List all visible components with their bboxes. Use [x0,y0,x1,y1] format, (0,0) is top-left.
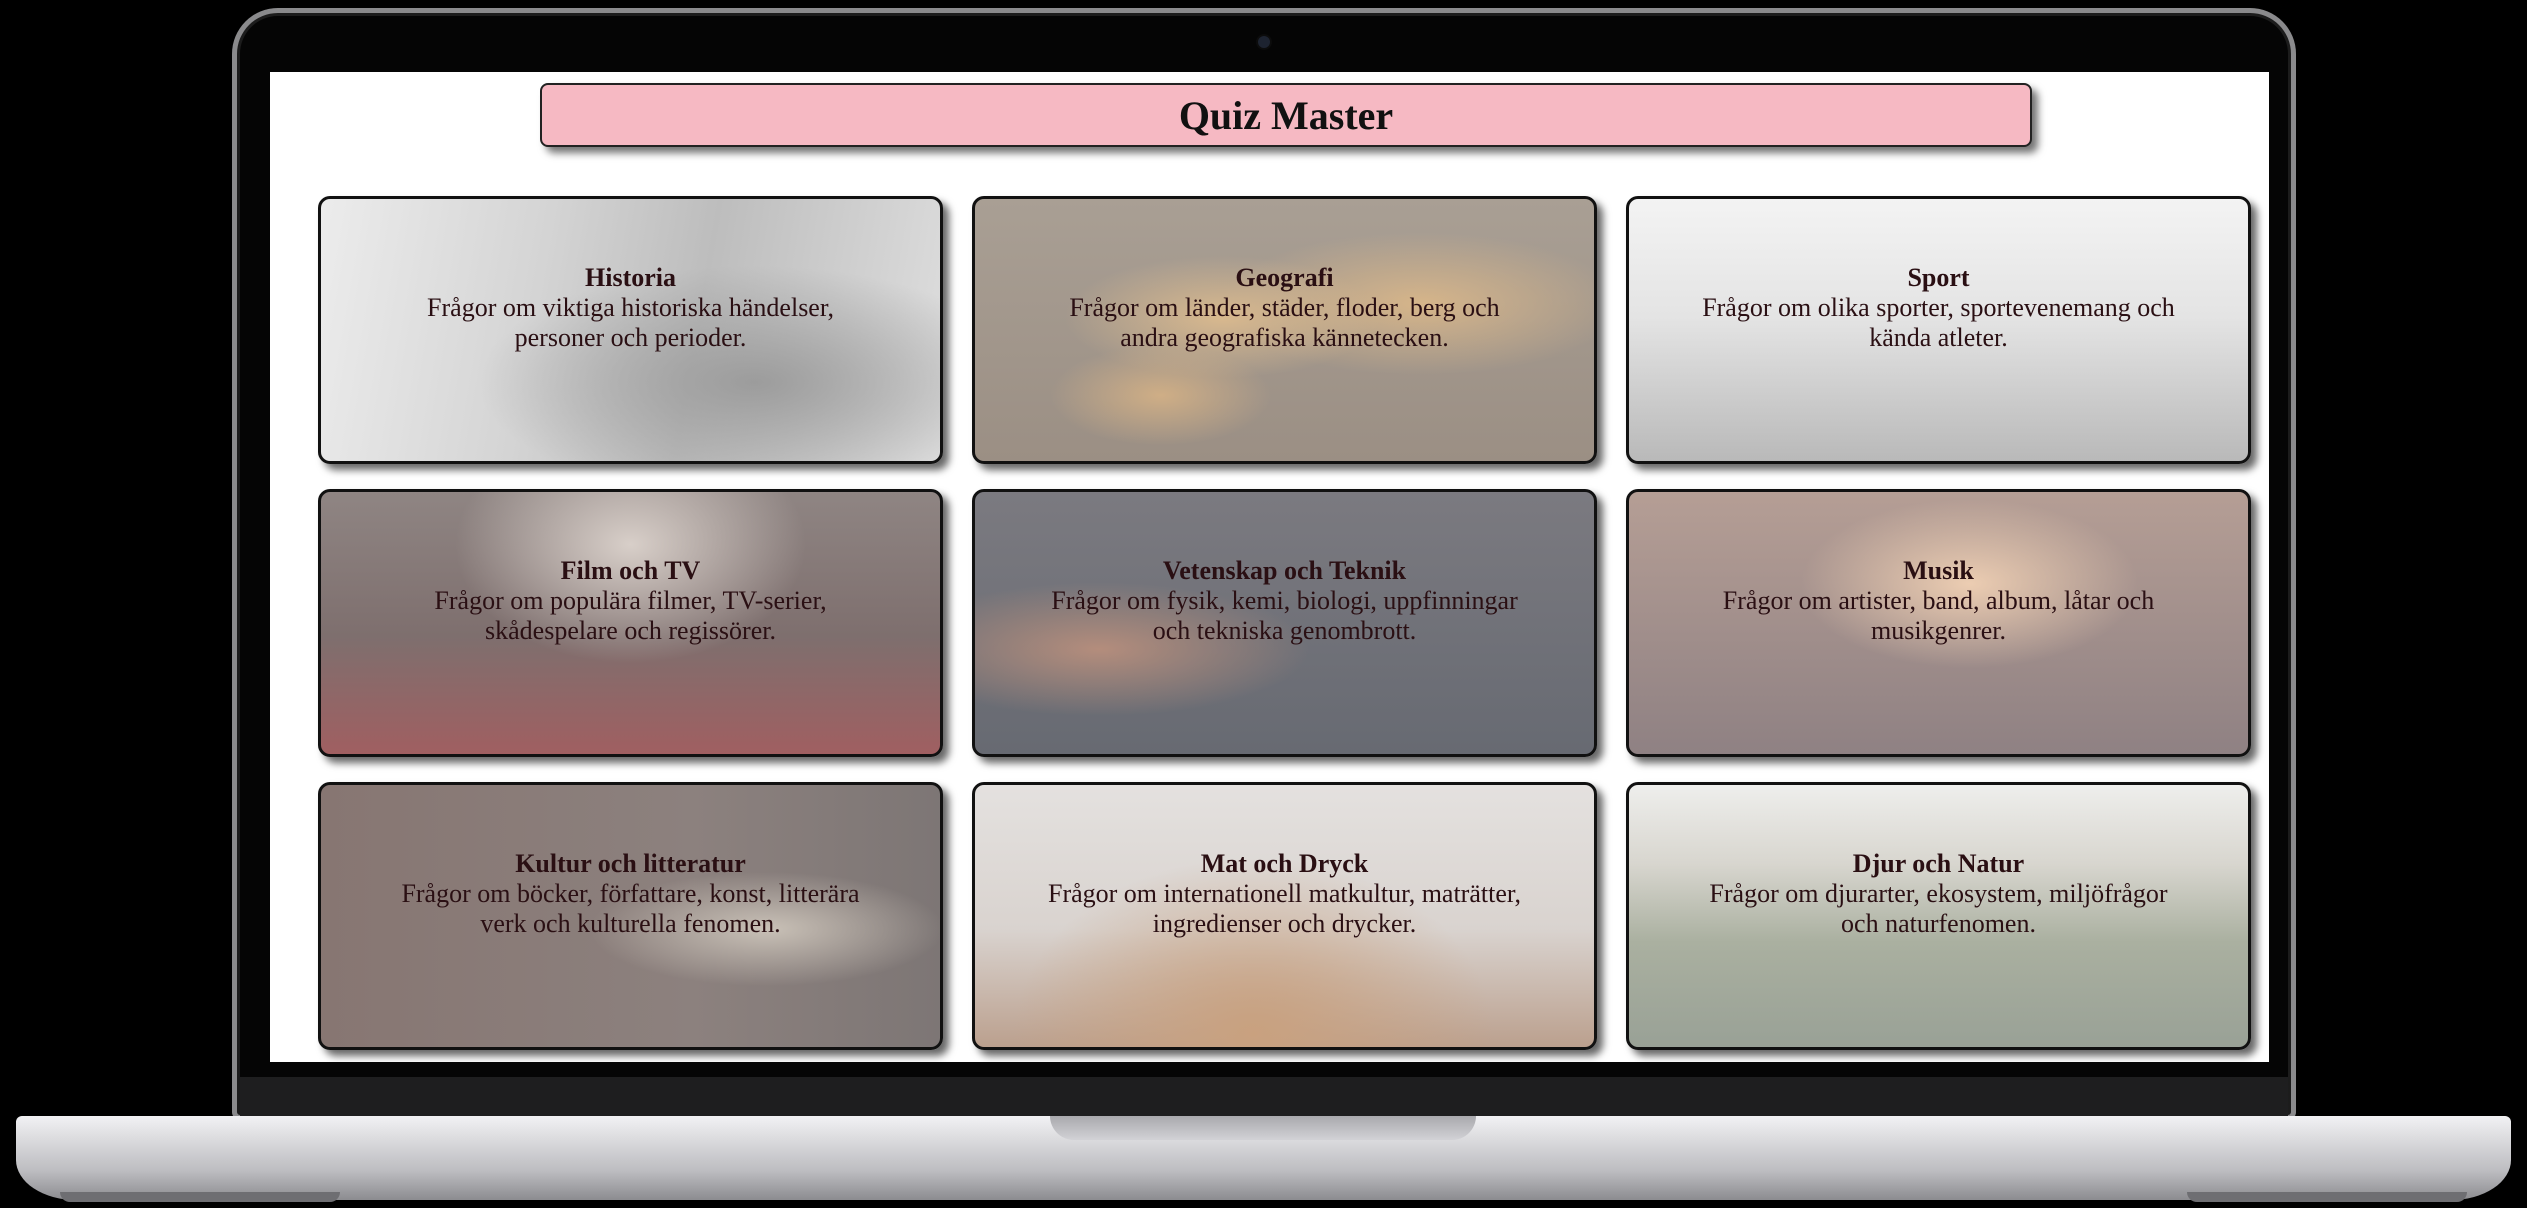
category-card-kultur-och-litteratur[interactable]: Kultur och litteratur Frågor om böcker, … [318,782,943,1050]
page-title: Quiz Master [1178,92,1394,138]
card-description: Frågor om länder, städer, floder, berg o… [1069,293,1500,352]
card-title: Geografi [1235,263,1334,292]
category-card-geografi[interactable]: Geografi Frågor om länder, städer, flode… [972,196,1597,464]
category-card-sport[interactable]: Sport Frågor om olika sporter, sporteven… [1626,196,2251,464]
category-card-film-och-tv[interactable]: Film och TV Frågor om populära filmer, T… [318,489,943,757]
card-title: Djur och Natur [1852,849,2025,878]
card-description: Frågor om internationell matkultur, matr… [1047,879,1521,938]
card-description: Frågor om böcker, författare, konst, lit… [401,879,860,938]
card-text: Vetenskap och Teknik Frågor om fysik, ke… [975,556,1594,646]
card-title: Sport [1907,263,1970,292]
site-header: Quiz Master [540,83,2032,147]
category-card-mat-och-dryck[interactable]: Mat och Dryck Frågor om internationell m… [972,782,1597,1050]
card-title: Musik [1903,556,1974,585]
laptop-chin [240,1077,2288,1121]
card-title: Vetenskap och Teknik [1162,556,1407,585]
laptop-foot-right [2187,1192,2467,1202]
card-title: Mat och Dryck [1200,849,1369,878]
webcam-icon [1258,36,1270,48]
card-description: Frågor om djurarter, ekosystem, miljöfrå… [1709,879,2168,938]
card-text: Sport Frågor om olika sporter, sporteven… [1629,263,2248,353]
card-description: Frågor om viktiga historiska händelser, … [427,293,834,352]
browser-viewport: Quiz Master Historia Frågor om viktiga h… [270,72,2269,1062]
card-title: Kultur och litteratur [515,849,746,878]
card-title: Film och TV [560,556,701,585]
card-title: Historia [585,263,676,292]
category-card-historia[interactable]: Historia Frågor om viktiga historiska hä… [318,196,943,464]
card-text: Historia Frågor om viktiga historiska hä… [321,263,940,353]
card-text: Mat och Dryck Frågor om internationell m… [975,849,1594,939]
card-text: Djur och Natur Frågor om djurarter, ekos… [1629,849,2248,939]
category-card-musik[interactable]: Musik Frågor om artister, band, album, l… [1626,489,2251,757]
category-card-djur-och-natur[interactable]: Djur och Natur Frågor om djurarter, ekos… [1626,782,2251,1050]
card-text: Musik Frågor om artister, band, album, l… [1629,556,2248,646]
card-description: Frågor om artister, band, album, låtar o… [1722,586,2155,645]
card-description: Frågor om fysik, kemi, biologi, uppfinni… [1051,586,1518,645]
laptop-foot-left [60,1192,340,1202]
card-text: Kultur och litteratur Frågor om böcker, … [321,849,940,939]
laptop-lid-notch [1050,1116,1476,1140]
card-text: Geografi Frågor om länder, städer, flode… [975,263,1594,353]
card-description: Frågor om populära filmer, TV-serier, sk… [434,586,827,645]
card-description: Frågor om olika sporter, sportevenemang … [1702,293,2175,352]
card-text: Film och TV Frågor om populära filmer, T… [321,556,940,646]
category-card-vetenskap-och-teknik[interactable]: Vetenskap och Teknik Frågor om fysik, ke… [972,489,1597,757]
